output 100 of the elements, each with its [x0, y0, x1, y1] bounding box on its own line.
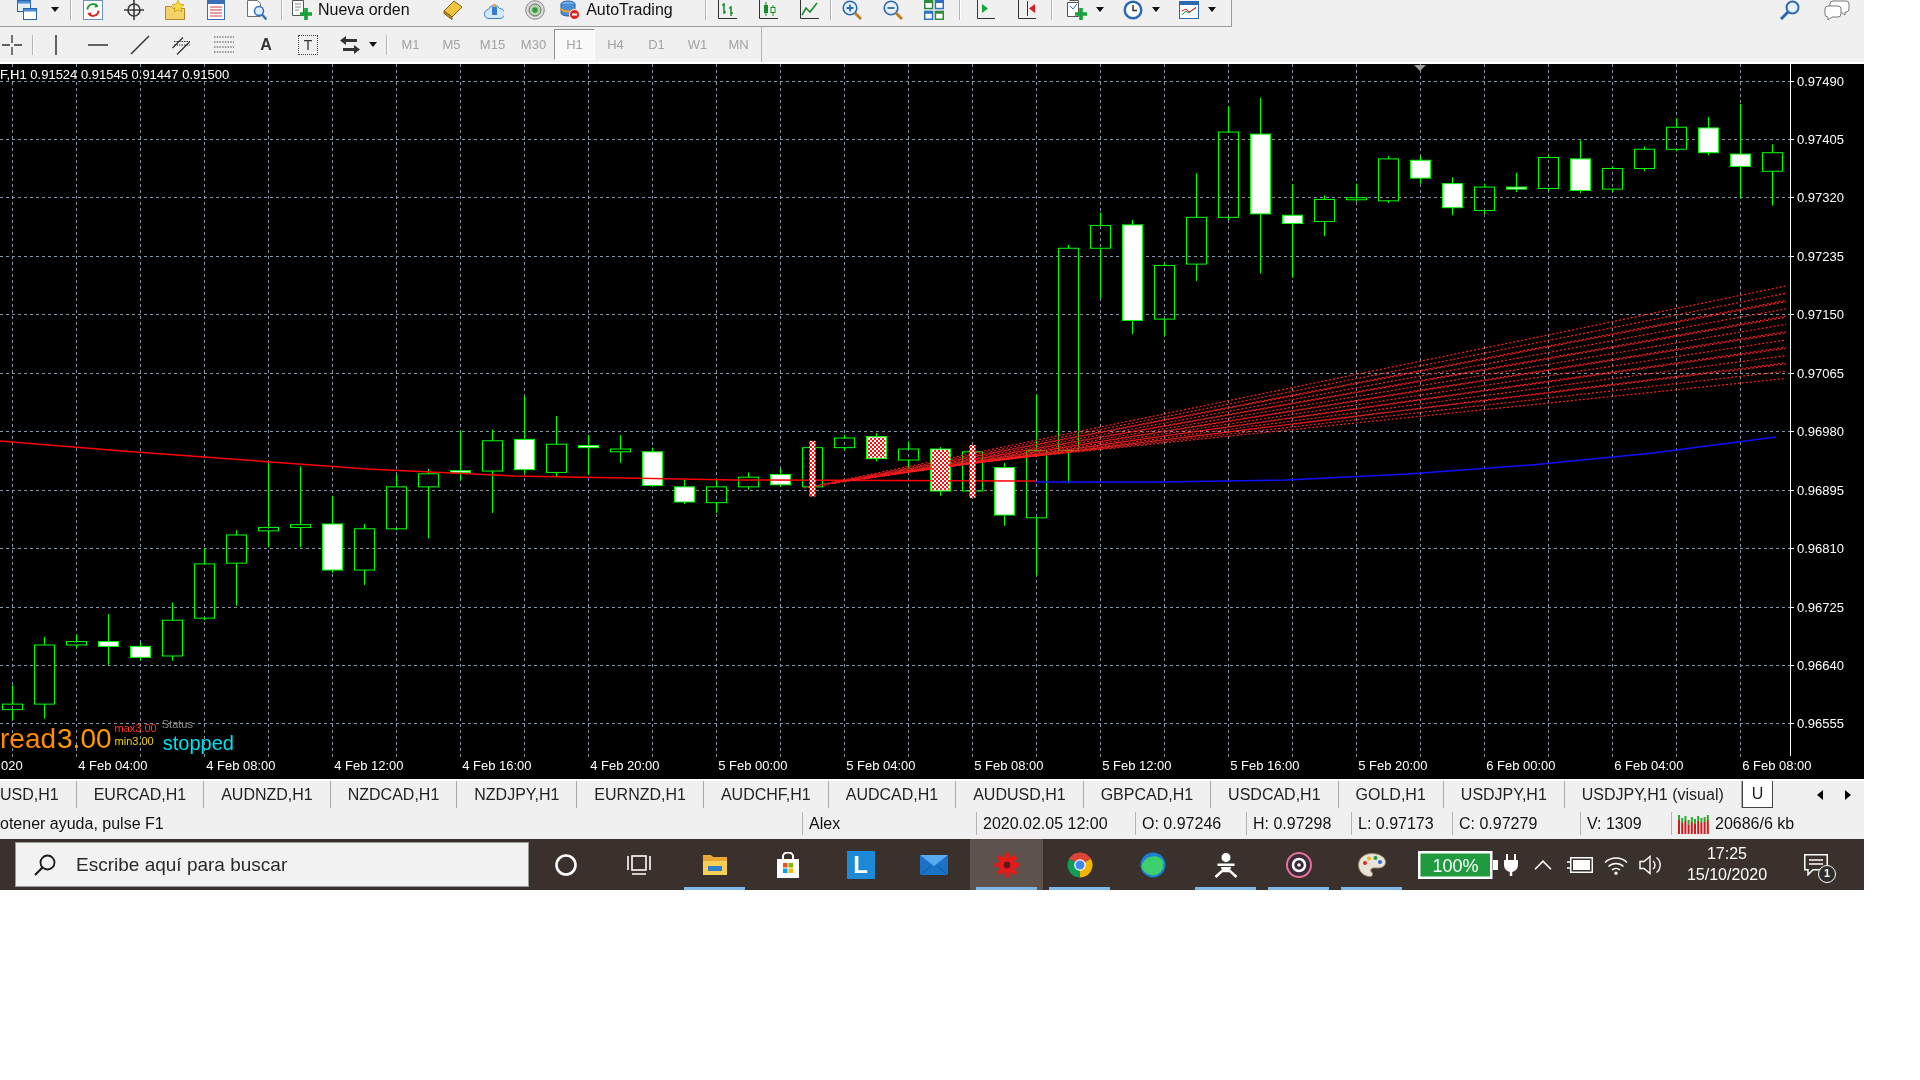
candle: [1538, 154, 1559, 191]
time-label: 5 Feb 12:00: [1102, 758, 1172, 773]
eraser-icon[interactable]: [442, 0, 463, 20]
candle: [898, 440, 919, 470]
text-label-tool-button[interactable]: T: [298, 34, 318, 55]
traffic-text: 20686/6 kb: [1715, 813, 1795, 834]
zoom-in-icon[interactable]: [842, 0, 863, 20]
caret-icon[interactable]: [1208, 7, 1217, 12]
horizontal-line-icon[interactable]: [88, 42, 108, 47]
document-plus-icon[interactable]: [1067, 0, 1088, 20]
signal-bars-icon: [1678, 813, 1709, 834]
user-name: Alex: [809, 813, 841, 834]
price-label: 0.96640: [1797, 658, 1844, 673]
candle: [2, 685, 23, 721]
status-value: stopped: [162, 732, 234, 754]
candle: [642, 447, 663, 488]
time-label: 6 Feb 00:00: [1486, 758, 1556, 773]
price-label: 0.97065: [1797, 366, 1844, 381]
left-arrow-icon[interactable]: [1817, 789, 1823, 800]
candle: [354, 523, 375, 586]
arrows-icon[interactable]: [340, 34, 360, 55]
autotrading-button[interactable]: AutoTrading: [555, 0, 678, 20]
line-chart-icon[interactable]: [799, 0, 820, 20]
spread-max: max3.00: [114, 722, 157, 734]
chart-tab[interactable]: U: [1741, 781, 1774, 808]
tile-windows-icon[interactable]: [924, 0, 945, 20]
search-field[interactable]: Escribe aquí para buscar: [15, 842, 529, 887]
search-icon[interactable]: [1780, 0, 1800, 20]
candle: [1698, 116, 1719, 156]
price-label: 0.96725: [1797, 600, 1844, 615]
app-logo: L: [846, 850, 875, 879]
price-label: 0.97150: [1797, 307, 1844, 322]
clock-time[interactable]: 17:25: [1706, 843, 1747, 865]
ohlc-bars-icon[interactable]: [717, 0, 738, 20]
chart-window-icon[interactable]: [1179, 0, 1200, 20]
checkered-marker: [809, 440, 816, 497]
caret-icon[interactable]: [369, 42, 377, 47]
taskbar-button[interactable]: L: [824, 839, 897, 890]
caret-icon[interactable]: [51, 7, 59, 12]
new-order-button[interactable]: Nueva orden: [287, 0, 415, 20]
shopping-bag-icon: [775, 851, 800, 878]
chart-header: F,H1 0.91524 0.91545 0.91447 0.91500: [0, 67, 230, 82]
document-search-icon[interactable]: [246, 0, 267, 20]
candle: [66, 633, 87, 649]
chevron-up-icon[interactable]: [1534, 859, 1552, 870]
candle: [770, 468, 791, 488]
crosshair-icon[interactable]: [123, 0, 144, 20]
channel-lines-icon[interactable]: [172, 34, 192, 55]
battery-icon[interactable]: [1567, 856, 1593, 873]
time-label: 5 Feb 04:00: [846, 758, 916, 773]
caret-icon[interactable]: [1096, 7, 1105, 12]
clock-date[interactable]: 15/10/2020: [1686, 864, 1768, 886]
candle: [546, 415, 567, 478]
axis-arrow-icon[interactable]: [975, 0, 996, 20]
candle: [1634, 146, 1655, 172]
high-price: H: 0.97298: [1253, 813, 1332, 834]
price-label: 0.96895: [1797, 483, 1844, 498]
candle: [1442, 176, 1463, 216]
candle: [450, 429, 471, 482]
notification-icon[interactable]: [1804, 853, 1828, 876]
vertical-line-icon[interactable]: [54, 34, 58, 55]
axis-shift-icon[interactable]: [1016, 0, 1037, 20]
ring-icon[interactable]: [554, 853, 577, 876]
time-label: 5 Feb 08:00: [974, 758, 1044, 773]
spread-value: 3.00: [57, 723, 112, 754]
price-label: 0.97490: [1797, 74, 1844, 89]
dotted-lines-icon[interactable]: [214, 36, 234, 53]
candle: [834, 434, 855, 451]
volume-icon[interactable]: [1639, 854, 1663, 875]
target-rings-icon[interactable]: [524, 0, 545, 20]
trend-line-icon[interactable]: [130, 34, 150, 55]
candle: [1378, 155, 1399, 204]
text-tool-button[interactable]: A: [256, 33, 276, 56]
plug-icon[interactable]: [1504, 853, 1518, 876]
price-label: 0.97405: [1797, 132, 1844, 147]
chat-icon[interactable]: [1824, 0, 1850, 20]
candle: [418, 468, 439, 539]
circle-logo-icon: [1066, 851, 1093, 878]
low-price: L: 0.97173: [1358, 813, 1434, 834]
envelope-icon: [919, 854, 948, 875]
candle: [1666, 117, 1687, 152]
task-view-icon[interactable]: [626, 854, 651, 875]
right-arrow-icon[interactable]: [1845, 789, 1851, 800]
candle: [386, 473, 407, 531]
star-folder-icon[interactable]: [164, 0, 185, 20]
time-label: 4 Feb 20:00: [590, 758, 660, 773]
profiles-icon[interactable]: [16, 0, 37, 20]
triangle-marker-icon: [1414, 65, 1426, 71]
candle: [674, 479, 695, 505]
candle: [578, 434, 599, 475]
wifi-icon[interactable]: [1604, 854, 1628, 875]
zoom-out-icon[interactable]: [883, 0, 904, 20]
refresh-icon[interactable]: [82, 0, 103, 20]
crosshair-icon[interactable]: [2, 34, 22, 55]
candlestick-icon[interactable]: [758, 0, 779, 20]
caret-icon[interactable]: [1152, 7, 1161, 12]
list-window-icon[interactable]: [205, 0, 226, 20]
palette-icon: [1357, 852, 1386, 877]
candle: [1474, 183, 1495, 215]
clock-icon[interactable]: [1123, 0, 1144, 20]
